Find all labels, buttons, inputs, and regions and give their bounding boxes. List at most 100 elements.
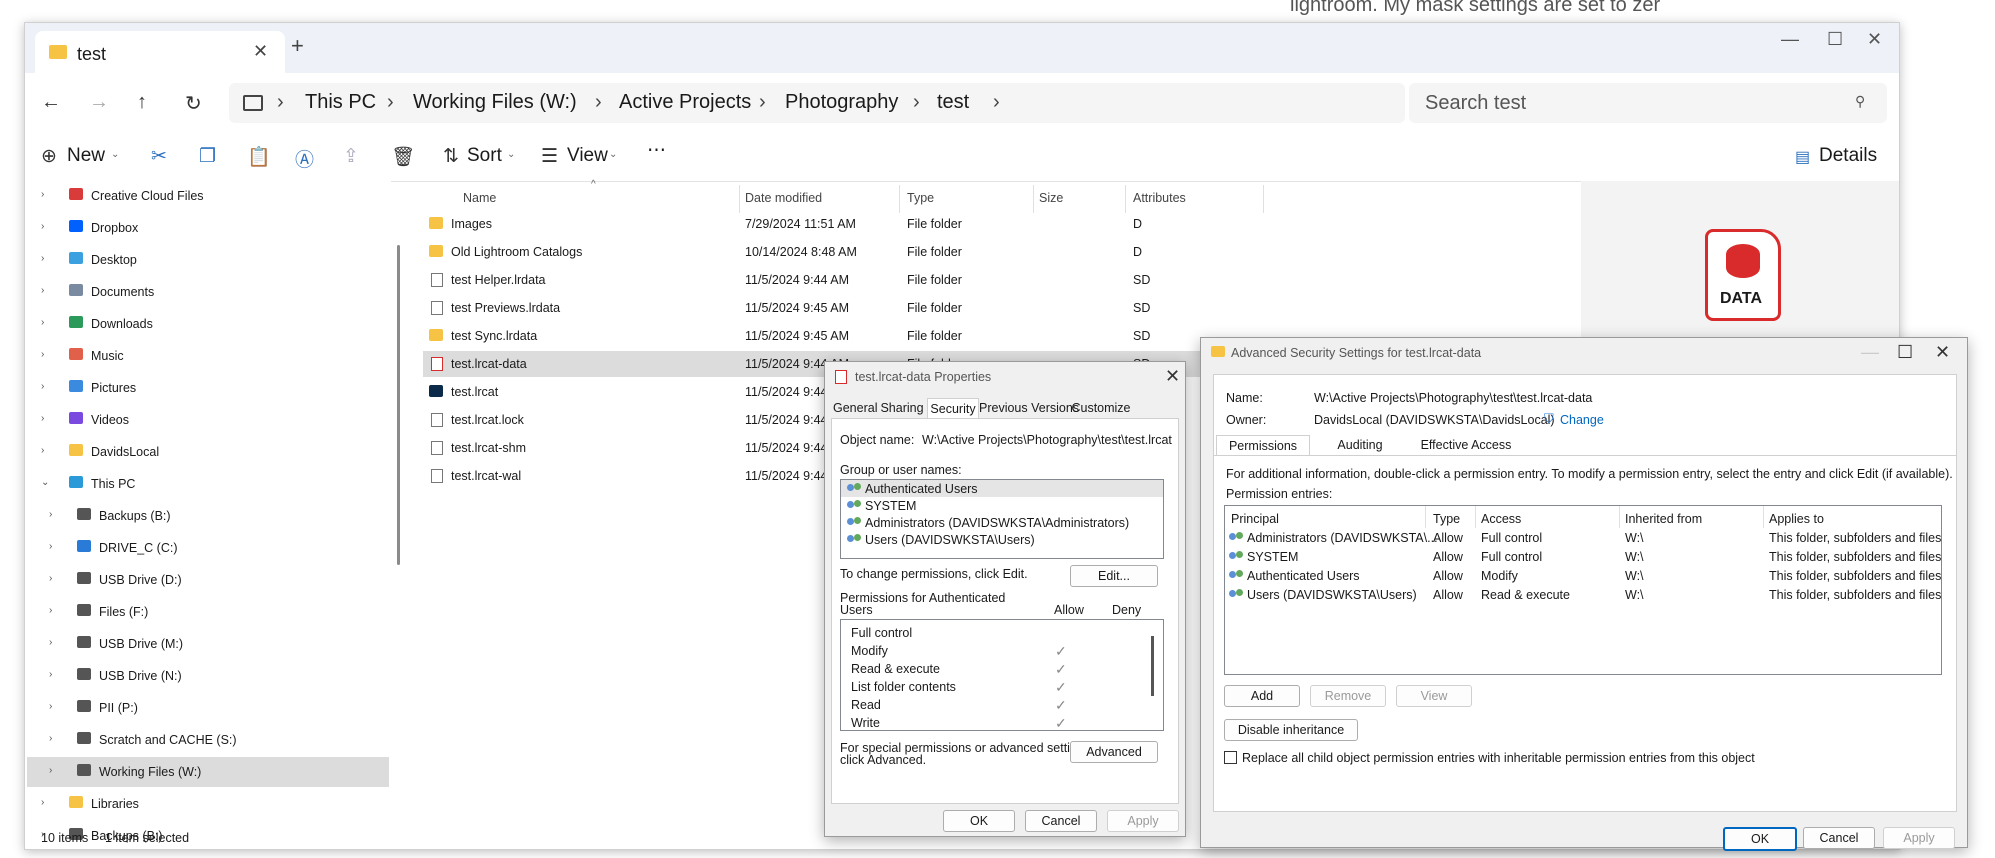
column-header-type[interactable]: Type	[907, 191, 934, 205]
nav-item[interactable]: › Libraries	[27, 789, 389, 819]
nav-item[interactable]: › USB Drive (D:)	[27, 565, 389, 595]
column-header-inherited-from[interactable]: Inherited from	[1625, 512, 1702, 526]
column-header-applies-to[interactable]: Applies to	[1769, 512, 1824, 526]
chevron-right-icon[interactable]: ›	[49, 573, 52, 584]
sort-button[interactable]: Sort	[467, 145, 502, 167]
close-tab-icon[interactable]: ✕	[253, 41, 268, 62]
breadcrumb-working-files[interactable]: Working Files (W:)	[413, 91, 577, 114]
chevron-right-icon[interactable]: ›	[41, 253, 44, 264]
apply-button[interactable]: Apply	[1107, 810, 1179, 832]
column-separator[interactable]	[1033, 185, 1034, 213]
close-icon[interactable]: ✕	[1935, 342, 1950, 363]
up-button[interactable]: ↑	[137, 91, 147, 114]
chevron-right-icon[interactable]: ›	[41, 221, 44, 232]
advanced-button[interactable]: Advanced	[1070, 741, 1158, 763]
apply-button[interactable]: Apply	[1883, 827, 1955, 849]
share-icon[interactable]: ⇪	[343, 145, 359, 168]
tab-permissions[interactable]: Permissions	[1216, 435, 1310, 456]
nav-item[interactable]: ⌄ This PC	[27, 469, 389, 499]
more-options-button[interactable]: ⋯	[647, 139, 666, 162]
chevron-right-icon[interactable]: ›	[41, 317, 44, 328]
chevron-right-icon[interactable]: ›	[49, 605, 52, 616]
tab-security[interactable]: Security	[927, 398, 979, 419]
navigation-scrollbar[interactable]	[397, 245, 400, 565]
nav-item[interactable]: › Downloads	[27, 309, 389, 339]
back-button[interactable]: ←	[41, 91, 61, 114]
nav-item[interactable]: › Backups (B:)	[27, 501, 389, 531]
chevron-right-icon[interactable]: ›	[49, 637, 52, 648]
tab-effective-access[interactable]: Effective Access	[1410, 435, 1522, 455]
breadcrumb-test[interactable]: test	[937, 91, 969, 114]
chevron-right-icon[interactable]: ›	[49, 733, 52, 744]
column-header-access[interactable]: Access	[1481, 512, 1521, 526]
maximize-icon[interactable]: ☐	[1827, 29, 1843, 50]
chevron-right-icon[interactable]: ›	[49, 669, 52, 680]
maximize-icon[interactable]: ☐	[1897, 342, 1913, 363]
ok-button[interactable]: OK	[1723, 827, 1797, 851]
permission-entry-row[interactable]: Administrators (DAVIDSWKSTA\... Allow Full…	[1225, 528, 1941, 547]
details-button[interactable]: Details	[1819, 145, 1877, 167]
column-header-type[interactable]: Type	[1433, 512, 1460, 526]
new-tab-button[interactable]: +	[291, 33, 304, 59]
chevron-right-icon[interactable]: ›	[49, 509, 52, 520]
user-row[interactable]: Authenticated Users	[841, 480, 1163, 497]
breadcrumb-photography[interactable]: Photography	[785, 91, 898, 114]
disable-inheritance-button[interactable]: Disable inheritance	[1224, 719, 1358, 741]
column-header-principal[interactable]: Principal	[1231, 512, 1279, 526]
nav-item[interactable]: › PII (P:)	[27, 693, 389, 723]
chevron-right-icon[interactable]: ›	[49, 541, 52, 552]
chevron-right-icon[interactable]: ›	[41, 797, 44, 808]
cancel-button[interactable]: Cancel	[1803, 827, 1875, 849]
tab-sharing[interactable]: Sharing	[879, 398, 925, 418]
tab-previous-versions[interactable]: Previous Versions	[979, 398, 1079, 418]
nav-item[interactable]: › Videos	[27, 405, 389, 435]
nav-item[interactable]: › USB Drive (M:)	[27, 629, 389, 659]
minimize-icon[interactable]: —	[1861, 342, 1879, 363]
chevron-right-icon[interactable]: ›	[41, 349, 44, 360]
column-separator[interactable]	[1125, 185, 1126, 213]
breadcrumb-this-pc[interactable]: This PC	[305, 91, 376, 114]
view-button[interactable]: View	[567, 145, 608, 167]
column-separator[interactable]	[899, 185, 900, 213]
copy-icon[interactable]: ❐	[199, 145, 216, 168]
column-header-date[interactable]: Date modified	[745, 191, 822, 205]
nav-item[interactable]: › DavidsLocal	[27, 437, 389, 467]
breadcrumb-active-projects[interactable]: Active Projects	[619, 91, 751, 114]
column-separator[interactable]	[739, 185, 740, 213]
column-separator[interactable]	[1263, 185, 1264, 213]
column-header-name[interactable]: Name	[463, 191, 496, 205]
refresh-button[interactable]: ↻	[185, 91, 202, 116]
tab-customize[interactable]: Customize	[1071, 398, 1131, 418]
nav-item[interactable]: › Files (F:)	[27, 597, 389, 627]
chevron-right-icon[interactable]: ›	[41, 445, 44, 456]
chevron-right-icon[interactable]: ›	[49, 765, 52, 776]
chevron-right-icon[interactable]: ›	[41, 285, 44, 296]
user-row[interactable]: Users (DAVIDSWKSTA\Users)	[841, 531, 1163, 548]
permission-entry-row[interactable]: Users (DAVIDSWKSTA\Users) Allow Read & exe…	[1225, 585, 1941, 604]
search-input[interactable]: Search test ⚲	[1409, 83, 1887, 123]
file-row[interactable]: Old Lightroom Catalogs 10/14/2024 8:48 AM…	[423, 239, 1243, 265]
explorer-tab[interactable]: test ✕	[35, 31, 285, 73]
replace-checkbox[interactable]	[1224, 751, 1237, 764]
nav-item[interactable]: › Dropbox	[27, 213, 389, 243]
tab-auditing[interactable]: Auditing	[1312, 435, 1408, 455]
user-row[interactable]: Administrators (DAVIDSWKSTA\Administrato…	[841, 514, 1163, 531]
file-row[interactable]: test Helper.lrdata 11/5/2024 9:44 AM File …	[423, 267, 1243, 293]
nav-item[interactable]: › Pictures	[27, 373, 389, 403]
paste-icon[interactable]: 📋	[247, 145, 271, 169]
nav-item[interactable]: › USB Drive (N:)	[27, 661, 389, 691]
forward-button[interactable]: →	[89, 91, 109, 114]
nav-item[interactable]: › Creative Cloud Files	[27, 181, 389, 211]
nav-item[interactable]: › DRIVE_C (C:)	[27, 533, 389, 563]
cancel-button[interactable]: Cancel	[1025, 810, 1097, 832]
minimize-icon[interactable]: —	[1781, 29, 1799, 50]
new-button[interactable]: New	[67, 145, 105, 167]
chevron-right-icon[interactable]: ›	[49, 701, 52, 712]
nav-item[interactable]: › Scratch and CACHE (S:)	[27, 725, 389, 755]
user-row[interactable]: SYSTEM	[841, 497, 1163, 514]
permission-entry-row[interactable]: Authenticated Users Allow Modify W:\ This fo…	[1225, 566, 1941, 585]
ok-button[interactable]: OK	[943, 810, 1015, 832]
chevron-right-icon[interactable]: ›	[41, 413, 44, 424]
cut-icon[interactable]: ✂	[151, 145, 167, 168]
permissions-scrollbar[interactable]	[1151, 636, 1154, 696]
